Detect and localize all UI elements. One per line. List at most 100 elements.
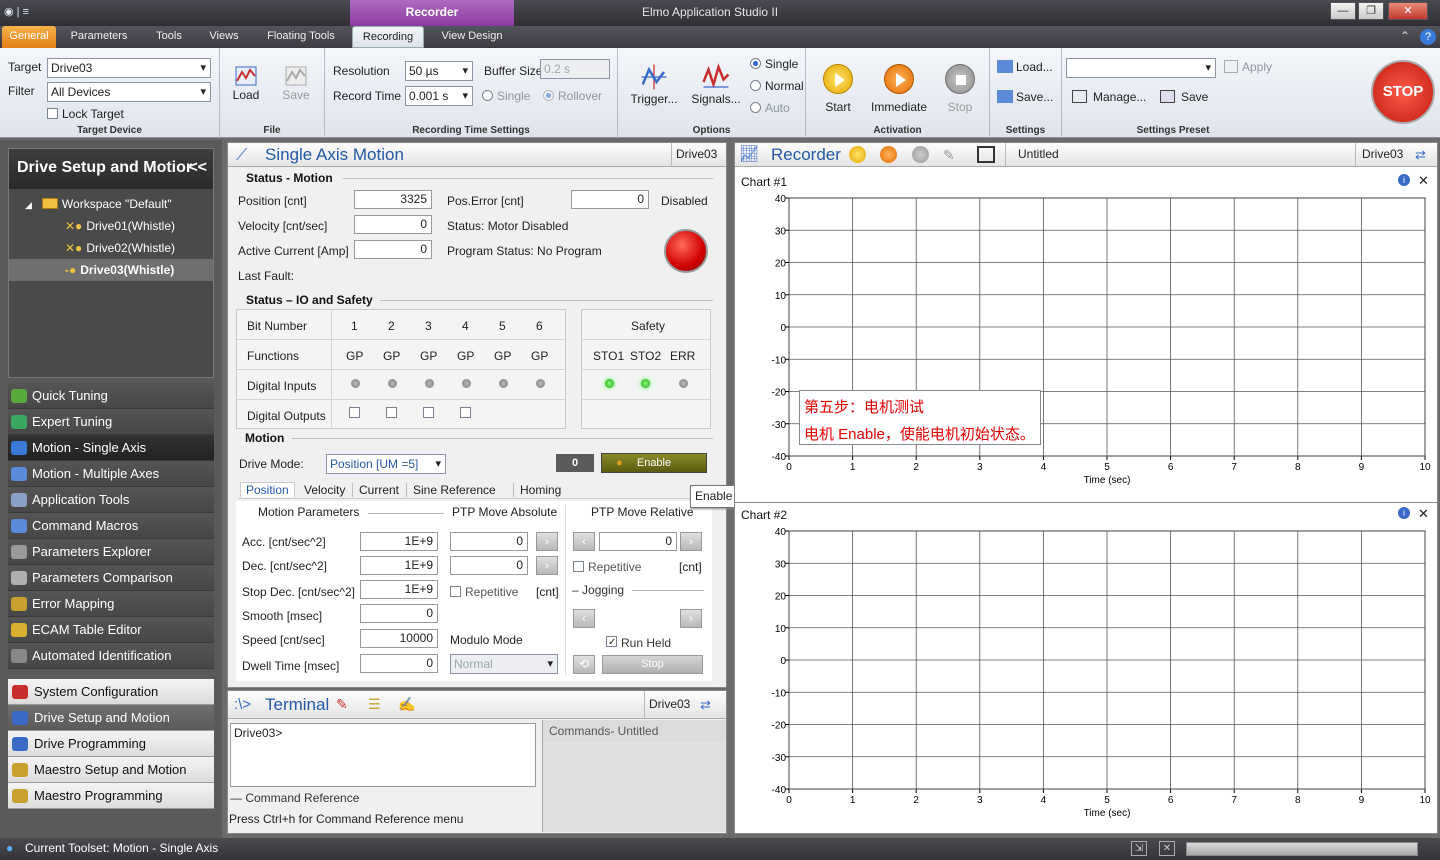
subtab-current[interactable]: Current xyxy=(352,483,399,497)
restore-layout-icon[interactable]: ⇲ xyxy=(1131,841,1147,856)
rel-repetitive-checkbox[interactable]: Repetitive xyxy=(573,560,641,574)
rel-move-forward-button[interactable]: › xyxy=(680,532,702,551)
expand-icon[interactable]: ◢ xyxy=(25,200,32,210)
rel-move-back-button[interactable]: ‹ xyxy=(573,532,595,551)
digital-output-2-checkbox[interactable] xyxy=(386,407,397,418)
immediate-button[interactable]: Immediate xyxy=(868,64,930,114)
trigger-button[interactable]: Trigger... xyxy=(628,62,680,106)
modulo-mode-select[interactable]: Normal xyxy=(450,654,558,674)
load-button[interactable]: Load xyxy=(228,64,264,102)
nav-error-mapping[interactable]: Error Mapping xyxy=(8,591,214,617)
clear-icon[interactable]: ✎ xyxy=(336,691,348,718)
drive-mode-select[interactable]: Position [UM =5] xyxy=(326,454,446,474)
digital-output-3-checkbox[interactable] xyxy=(423,407,434,418)
settings-load-button[interactable]: Load... xyxy=(997,60,1053,74)
tab-floating-tools[interactable]: Floating Tools xyxy=(258,26,344,48)
record-time-select[interactable]: 0.001 s xyxy=(405,86,473,106)
stop-recording-button[interactable]: Stop xyxy=(938,64,982,114)
collapse-pane-button[interactable]: << xyxy=(188,159,207,177)
close-button[interactable]: ✕ xyxy=(1388,2,1428,20)
toolset-drive-programming[interactable]: Drive Programming xyxy=(8,731,214,757)
immediate-recording-icon[interactable] xyxy=(880,146,897,163)
dwell-time-input[interactable]: 0 xyxy=(360,654,438,673)
stop-recording-icon[interactable] xyxy=(912,146,929,163)
toolset-maestro-setup[interactable]: Maestro Setup and Motion xyxy=(8,757,214,783)
target-select[interactable]: Drive03 xyxy=(47,58,211,78)
subtab-sine-reference[interactable]: Sine Reference xyxy=(406,483,496,497)
abs-move-1-button[interactable]: › xyxy=(536,532,558,551)
manage-button[interactable]: Manage... xyxy=(1072,90,1146,104)
nav-ecam-table-editor[interactable]: ECAM Table Editor xyxy=(8,617,214,643)
jog-positive-button[interactable]: › xyxy=(680,609,702,628)
nav-motion-multiple-axes[interactable]: Motion - Multiple Axes xyxy=(8,461,214,487)
refresh-icon[interactable]: ⇄ xyxy=(1415,143,1426,166)
help-icon[interactable]: ? xyxy=(1420,29,1436,45)
toolset-drive-setup-and-motion[interactable]: Drive Setup and Motion xyxy=(8,705,214,731)
nav-parameters-comparison[interactable]: Parameters Comparison xyxy=(8,565,214,591)
nav-parameters-explorer[interactable]: Parameters Explorer xyxy=(8,539,214,565)
refresh-icon[interactable]: ⇄ xyxy=(700,691,711,718)
settings-save-button[interactable]: Save... xyxy=(997,90,1053,104)
tab-tools[interactable]: Tools xyxy=(146,26,192,48)
start-recording-icon[interactable] xyxy=(849,146,866,163)
apply-button[interactable]: Apply xyxy=(1224,60,1272,74)
start-button[interactable]: Start xyxy=(814,64,862,114)
jog-negative-button[interactable]: ‹ xyxy=(573,609,595,628)
nav-motion-single-axis[interactable]: Motion - Single Axis xyxy=(8,435,214,461)
chart-1-info-icon[interactable]: i xyxy=(1398,174,1410,186)
subtab-velocity[interactable]: Velocity xyxy=(304,483,345,497)
signals-button[interactable]: Signals... xyxy=(690,62,742,106)
rel-target-input[interactable]: 0 xyxy=(599,532,677,551)
subtab-position[interactable]: Position xyxy=(240,482,295,497)
abs-target-1-input[interactable]: 0 xyxy=(450,532,528,551)
emergency-stop-button[interactable]: STOP xyxy=(1371,60,1435,124)
speed-input[interactable]: 10000 xyxy=(360,629,438,648)
preset-select[interactable] xyxy=(1066,58,1216,78)
tree-item-drive01[interactable]: ✕● Drive01(Whistle) xyxy=(9,215,213,237)
filter-select[interactable]: All Devices xyxy=(47,82,211,102)
smooth-input[interactable]: 0 xyxy=(360,604,438,623)
repeat-icon[interactable]: ⟲ xyxy=(573,655,595,674)
abs-repetitive-checkbox[interactable]: Repetitive xyxy=(450,585,518,599)
tree-item-workspace[interactable]: ◢ Workspace "Default" xyxy=(9,193,213,215)
toolset-maestro-programming[interactable]: Maestro Programming xyxy=(8,783,214,809)
jog-stop-button[interactable]: Stop xyxy=(602,655,703,674)
stop-dec-input[interactable]: 1E+9 xyxy=(360,580,438,599)
nav-quick-tuning[interactable]: Quick Tuning xyxy=(8,383,214,409)
chart-1-plot[interactable]: 0 1 2 3 4 5 6 7 8 9 10 40 30 20 10 0 -10 -20 -30 -40 Time (s… xyxy=(735,189,1437,499)
normal-mode-radio[interactable]: Normal xyxy=(750,79,804,93)
maximize-button[interactable]: ❐ xyxy=(1358,2,1384,20)
fit-to-window-icon[interactable] xyxy=(977,146,995,163)
terminal-console[interactable]: Drive03> xyxy=(230,723,536,787)
acc-input[interactable]: 1E+9 xyxy=(360,532,438,551)
single-mode-radio[interactable]: Single xyxy=(750,57,798,71)
enable-button[interactable]: ● Enable xyxy=(601,453,707,473)
resolution-select[interactable]: 50 µs xyxy=(405,61,473,81)
nav-command-macros[interactable]: Command Macros xyxy=(8,513,214,539)
abs-target-2-input[interactable]: 0 xyxy=(450,556,528,575)
nav-automated-identification[interactable]: Automated Identification xyxy=(8,643,214,669)
nav-application-tools[interactable]: Application Tools xyxy=(8,487,214,513)
tab-recording[interactable]: Recording xyxy=(352,26,424,48)
tree-item-drive03[interactable]: -● Drive03(Whistle) xyxy=(9,259,213,281)
nav-expert-tuning[interactable]: Expert Tuning xyxy=(8,409,214,435)
minimize-button[interactable]: — xyxy=(1330,2,1356,20)
tab-view-design[interactable]: View Design xyxy=(432,26,512,48)
tab-general[interactable]: General xyxy=(2,26,56,48)
digital-output-1-checkbox[interactable] xyxy=(349,407,360,418)
close-layout-icon[interactable]: ✕ xyxy=(1159,841,1175,856)
toolset-system-configuration[interactable]: System Configuration xyxy=(8,679,214,705)
run-held-checkbox[interactable]: Run Held xyxy=(606,636,671,650)
clear-chart-icon[interactable]: ✎ xyxy=(943,144,955,167)
tree-item-drive02[interactable]: ✕● Drive02(Whistle) xyxy=(9,237,213,259)
subtab-homing[interactable]: Homing xyxy=(513,483,561,497)
preset-save-button[interactable]: Save xyxy=(1160,90,1208,104)
abs-move-2-button[interactable]: › xyxy=(536,556,558,575)
edit-icon[interactable]: ✍ xyxy=(398,691,415,718)
chart-2-info-icon[interactable]: i xyxy=(1398,507,1410,519)
chart-1-close-icon[interactable]: ✕ xyxy=(1418,173,1429,189)
quick-access-toolbar[interactable]: ◉ | ≡ xyxy=(4,5,29,18)
save-file-button[interactable]: Save xyxy=(278,64,314,102)
dec-input[interactable]: 1E+9 xyxy=(360,556,438,575)
ribbon-collapse-icon[interactable]: ⌃ xyxy=(1400,29,1410,43)
